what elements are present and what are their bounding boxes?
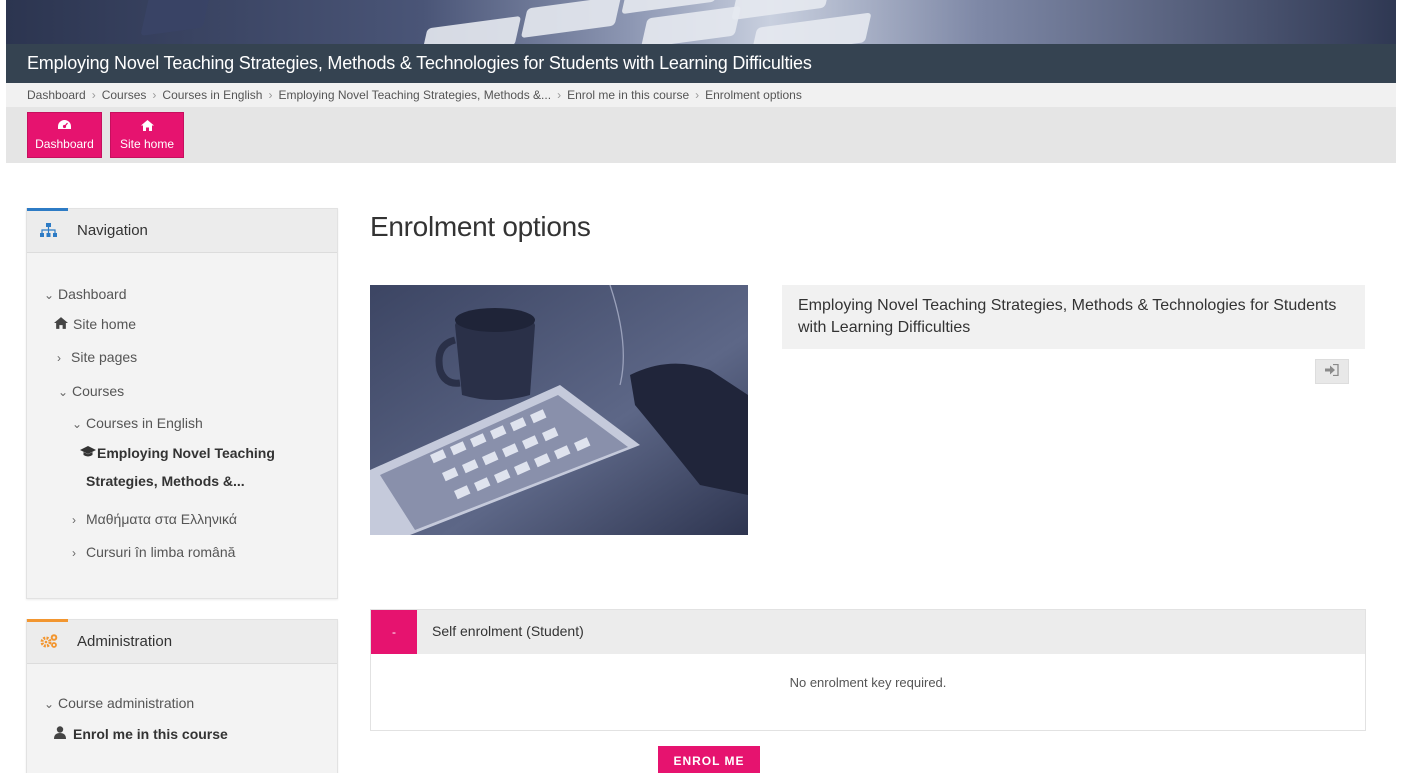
dashboard-button[interactable]: Dashboard — [27, 112, 102, 158]
admin-item-course-administration[interactable]: ⌄ Course administration — [44, 695, 194, 711]
home-icon — [54, 316, 73, 332]
self-enrolment-panel: - Self enrolment (Student) No enrolment … — [370, 609, 1366, 731]
breadcrumb-current: Enrolment options — [705, 88, 802, 102]
administration-block: Administration ⌄ Course administration En… — [26, 619, 338, 773]
breadcrumb: Dashboard › Courses › Courses in English › Emp… — [6, 83, 1396, 107]
home-icon — [111, 120, 183, 134]
chevron-down-icon: ⌄ — [44, 697, 55, 711]
course-name-link[interactable]: Employing Novel Teaching Strategies, Met… — [798, 297, 1336, 336]
navigation-title: Navigation — [77, 222, 148, 239]
site-home-button[interactable]: Site home — [110, 112, 184, 158]
page-title: Enrolment options — [370, 211, 591, 242]
chevron-right-icon: › — [72, 546, 76, 560]
breadcrumb-courses-in-english[interactable]: Courses in English — [162, 88, 262, 102]
chevron-right-icon: › — [72, 513, 76, 527]
nav-item-courses[interactable]: ⌄ Courses — [58, 383, 124, 399]
enrolment-key-note: No enrolment key required. — [789, 675, 947, 690]
header-banner-image — [6, 0, 1396, 46]
breadcrumb-course[interactable]: Employing Novel Teaching Strategies, Met… — [278, 88, 551, 102]
graduation-cap-icon — [80, 445, 97, 461]
self-enrolment-title: Self enrolment (Student) — [432, 623, 584, 639]
navigation-block: Navigation ⌄ Dashboard Site home › Site pa… — [26, 208, 338, 599]
nav-item-current-course-line2[interactable]: Strategies, Methods &... — [86, 473, 245, 489]
breadcrumb-courses[interactable]: Courses — [102, 88, 147, 102]
nav-item-greek-courses[interactable]: › Μαθήματα στα Ελληνικά — [72, 511, 237, 527]
breadcrumb-dashboard[interactable]: Dashboard — [27, 88, 86, 102]
sitemap-icon — [40, 223, 57, 241]
collapse-toggle-button[interactable]: - — [371, 610, 417, 654]
chevron-down-icon: ⌄ — [72, 417, 83, 431]
navigation-block-header[interactable]: Navigation — [27, 208, 337, 253]
course-name-box[interactable]: Employing Novel Teaching Strategies, Met… — [782, 285, 1365, 349]
breadcrumb-enrol[interactable]: Enrol me in this course — [567, 88, 689, 102]
nav-item-dashboard[interactable]: ⌄ Dashboard — [44, 286, 127, 302]
nav-item-current-course[interactable]: Employing Novel Teaching — [80, 445, 275, 461]
administration-title: Administration — [77, 633, 173, 650]
nav-item-site-pages[interactable]: › Site pages — [57, 349, 137, 365]
course-title: Employing Novel Teaching Strategies, Met… — [27, 53, 812, 73]
cogs-icon — [40, 634, 58, 652]
quick-links-bar: Dashboard Site home — [6, 107, 1396, 163]
dashboard-icon — [28, 120, 101, 134]
chevron-right-icon: › — [57, 351, 61, 365]
self-enrolment-header: - Self enrolment (Student) — [371, 610, 1365, 654]
enrol-me-button[interactable]: ENROL ME — [658, 746, 760, 773]
course-header: Employing Novel Teaching Strategies, Met… — [6, 44, 1396, 83]
chevron-down-icon: ⌄ — [44, 288, 55, 302]
admin-item-enrol-me[interactable]: Enrol me in this course — [54, 726, 228, 742]
sign-in-icon — [1315, 359, 1349, 384]
user-icon — [54, 726, 73, 742]
chevron-down-icon: ⌄ — [58, 385, 69, 399]
nav-item-site-home[interactable]: Site home — [54, 316, 136, 332]
nav-item-romanian-courses[interactable]: › Cursuri în limba română — [72, 544, 235, 560]
nav-item-courses-in-english[interactable]: ⌄ Courses in English — [72, 415, 203, 431]
course-image — [370, 285, 748, 535]
administration-block-header[interactable]: Administration — [27, 619, 337, 664]
